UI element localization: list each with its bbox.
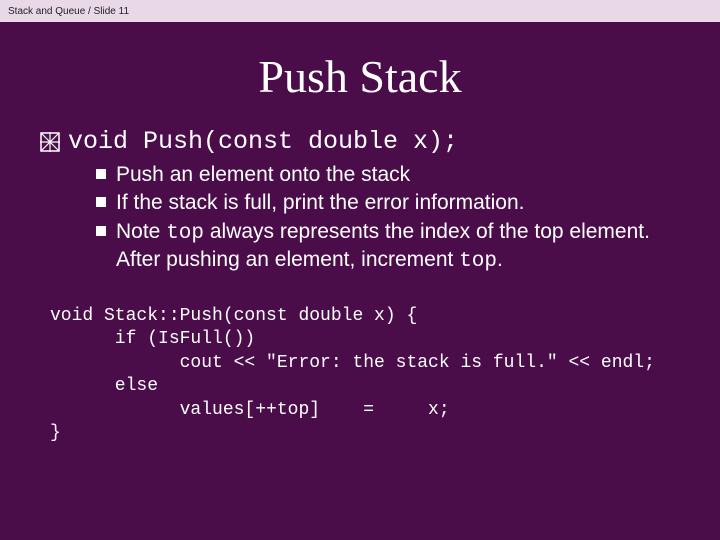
code-line: else [50,375,690,398]
code-line: if (IsFull()) [50,328,690,351]
slide: Stack and Queue / Slide 11 Push Stack vo… [0,0,720,540]
sub-bullet-list: Push an element onto the stack If the st… [96,162,690,275]
breadcrumb: Stack and Queue / Slide 11 [8,6,129,17]
code-line: values[++top] = x; [50,399,690,422]
inline-code: top [166,222,204,245]
code-block: void Stack::Push(const double x) { if (I… [40,305,690,445]
list-item: Note top always represents the index of … [96,219,690,276]
list-item: If the stack is full, print the error in… [96,190,690,216]
code-line: } [50,422,690,445]
breadcrumb-bar: Stack and Queue / Slide 11 [0,0,720,22]
star-box-icon [40,132,60,152]
list-item: Push an element onto the stack [96,162,690,188]
function-signature: void Push(const double x); [68,127,458,156]
text-fragment: . [497,248,503,271]
text-fragment: Note [116,220,166,243]
code-line: void Stack::Push(const double x) { [50,305,690,328]
main-bullet: void Push(const double x); [40,127,690,156]
code-line: cout << "Error: the stack is full." << e… [50,352,690,375]
slide-title: Push Stack [0,50,720,103]
slide-content: void Push(const double x); Push an eleme… [0,127,720,445]
inline-code: top [459,250,497,273]
